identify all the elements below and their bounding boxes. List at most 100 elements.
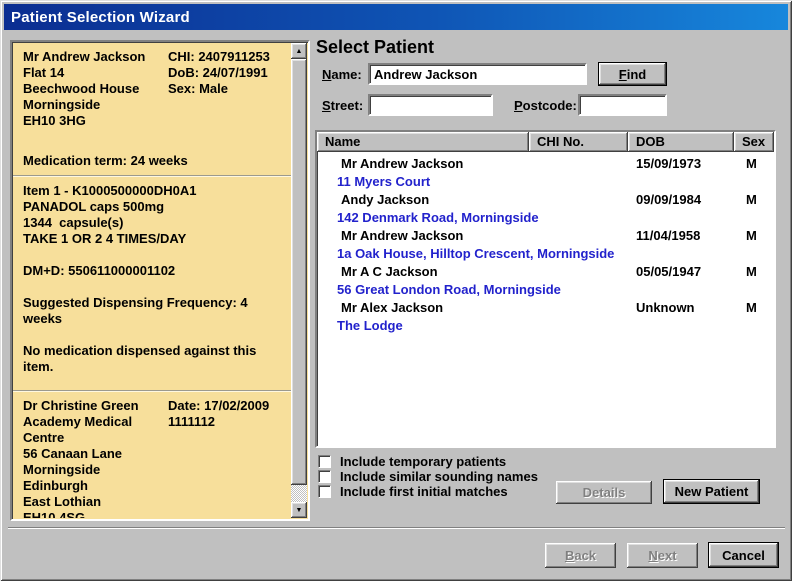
summary-scrollbar[interactable]: ▲ ▼ — [291, 43, 307, 518]
table-row[interactable]: Mr A C Jackson 05/05/1947 M — [317, 264, 774, 282]
result-chi — [529, 228, 628, 246]
item-dmd-code: DM+D: 550611000001102 — [23, 263, 283, 279]
result-address[interactable]: 11 Myers Court — [317, 174, 774, 192]
cancel-button[interactable]: Cancel — [708, 542, 779, 568]
patient-selection-wizard-window: Patient Selection Wizard Mr Andrew Jacks… — [0, 0, 792, 581]
scroll-up-icon: ▲ — [296, 48, 303, 55]
back-button[interactable]: Back — [545, 543, 616, 568]
table-row[interactable]: Mr Alex Jackson Unknown M — [317, 300, 774, 318]
details-button[interactable]: Details — [556, 481, 652, 504]
results-header-row: Name CHI No. DOB Sex — [317, 132, 774, 152]
dispensing-frequency: Suggested Dispensing Frequency: 4 weeks — [23, 295, 283, 327]
result-chi — [529, 156, 628, 174]
prescriber-section: Dr Christine Green Academy Medical Centr… — [13, 392, 291, 518]
item-quantity: 1344 capsule(s) — [23, 215, 283, 231]
prescriber-address-line: 56 Canaan Lane — [23, 446, 168, 462]
patient-dob: DoB: 24/07/1991 — [168, 65, 283, 81]
checkbox-label: Include similar sounding names — [340, 469, 538, 484]
scrollbar-thumb[interactable] — [291, 59, 307, 485]
result-chi — [529, 264, 628, 282]
scroll-down-button[interactable]: ▼ — [291, 502, 307, 518]
window-title: Patient Selection Wizard — [11, 9, 190, 26]
page-title: Select Patient — [316, 37, 434, 58]
item-drug: PANADOL caps 500mg — [23, 199, 283, 215]
patient-address-line: Flat 14 — [23, 65, 168, 81]
checkbox-label: Include first initial matches — [340, 484, 508, 499]
result-sex: M — [734, 192, 774, 210]
patient-chi: CHI: 2407911253 — [168, 49, 283, 65]
name-input[interactable] — [368, 63, 587, 85]
new-patient-button-label: New Patient — [675, 484, 749, 499]
prescription-summary-content: Mr Andrew Jackson Flat 14 Beechwood Hous… — [13, 43, 291, 518]
prescription-date: Date: 17/02/2009 — [168, 398, 283, 414]
details-button-label: Details — [583, 485, 626, 500]
column-header-chi[interactable]: CHI No. — [529, 132, 628, 152]
result-dob: 05/05/1947 — [628, 264, 734, 282]
checkbox-include-first-initial[interactable] — [318, 485, 331, 498]
scroll-up-button[interactable]: ▲ — [291, 43, 307, 59]
item-dosage: TAKE 1 OR 2 4 TIMES/DAY — [23, 231, 283, 247]
next-button[interactable]: Next — [627, 543, 698, 568]
patient-summary-section: Mr Andrew Jackson Flat 14 Beechwood Hous… — [13, 43, 291, 175]
result-name: Mr Andrew Jackson — [317, 228, 529, 246]
medication-item-section: Item 1 - K1000500000DH0A1 PANADOL caps 5… — [13, 177, 291, 390]
checkbox-include-temporary[interactable] — [318, 455, 331, 468]
patient-address-line: Morningside — [23, 97, 168, 113]
street-label: Street: — [322, 98, 363, 113]
result-name: Mr A C Jackson — [317, 264, 529, 282]
result-dob: Unknown — [628, 300, 734, 318]
title-bar: Patient Selection Wizard — [4, 4, 788, 30]
result-chi — [529, 192, 628, 210]
patient-address-line: Beechwood House — [23, 81, 168, 97]
prescriber-address-line: East Lothian — [23, 494, 168, 510]
result-sex: M — [734, 228, 774, 246]
column-header-name[interactable]: Name — [317, 132, 529, 152]
patient-results-table: Name CHI No. DOB Sex Mr Andrew Jackson 1… — [315, 130, 776, 448]
back-button-label: Back — [565, 548, 596, 563]
column-header-sex[interactable]: Sex — [734, 132, 774, 152]
street-input[interactable] — [368, 94, 493, 116]
result-sex: M — [734, 264, 774, 282]
postcode-input[interactable] — [578, 94, 667, 116]
find-button-label: Find — [619, 67, 646, 82]
prescriber-postcode: EH10 4SG — [23, 510, 168, 518]
include-first-initial-option[interactable]: Include first initial matches — [318, 484, 508, 499]
medication-term: Medication term: 24 weeks — [23, 153, 283, 169]
result-sex: M — [734, 156, 774, 174]
table-row[interactable]: Mr Andrew Jackson 11/04/1958 M — [317, 228, 774, 246]
prescriber-address-line: Morningside — [23, 462, 168, 478]
result-address[interactable]: The Lodge — [317, 318, 774, 336]
prescriber-address-line: Academy Medical — [23, 414, 168, 430]
result-sex: M — [734, 300, 774, 318]
prescription-summary-panel: Mr Andrew Jackson Flat 14 Beechwood Hous… — [10, 40, 310, 521]
prescriber-name: Dr Christine Green — [23, 398, 168, 414]
table-row[interactable]: Mr Andrew Jackson 15/09/1973 M — [317, 156, 774, 174]
postcode-label: Postcode: — [514, 98, 577, 113]
result-chi — [529, 300, 628, 318]
prescriber-number: 1111112 — [168, 414, 283, 430]
checkbox-include-similar[interactable] — [318, 470, 331, 483]
result-address[interactable]: 1a Oak House, Hilltop Crescent, Mornings… — [317, 246, 774, 264]
table-row[interactable]: Andy Jackson 09/09/1984 M — [317, 192, 774, 210]
result-address[interactable]: 56 Great London Road, Morningside — [317, 282, 774, 300]
results-body: Mr Andrew Jackson 15/09/1973 M 11 Myers … — [317, 152, 774, 336]
next-button-label: Next — [648, 548, 676, 563]
result-name: Mr Andrew Jackson — [317, 156, 529, 174]
result-address[interactable]: 142 Denmark Road, Morningside — [317, 210, 774, 228]
result-dob: 09/09/1984 — [628, 192, 734, 210]
prescriber-address-line: Edinburgh — [23, 478, 168, 494]
new-patient-button[interactable]: New Patient — [663, 479, 760, 504]
column-header-dob[interactable]: DOB — [628, 132, 734, 152]
patient-name: Mr Andrew Jackson — [23, 49, 168, 65]
result-name: Mr Alex Jackson — [317, 300, 529, 318]
result-name: Andy Jackson — [317, 192, 529, 210]
footer-divider — [8, 527, 785, 529]
patient-postcode: EH10 3HG — [23, 113, 168, 129]
name-label: Name: — [322, 67, 362, 82]
scroll-down-icon: ▼ — [296, 507, 303, 514]
dispensing-note: No medication dispensed against this ite… — [23, 343, 283, 375]
checkbox-label: Include temporary patients — [340, 454, 506, 469]
find-button[interactable]: Find — [598, 62, 667, 86]
include-similar-sounding-option[interactable]: Include similar sounding names — [318, 469, 538, 484]
include-temporary-patients-option[interactable]: Include temporary patients — [318, 454, 506, 469]
